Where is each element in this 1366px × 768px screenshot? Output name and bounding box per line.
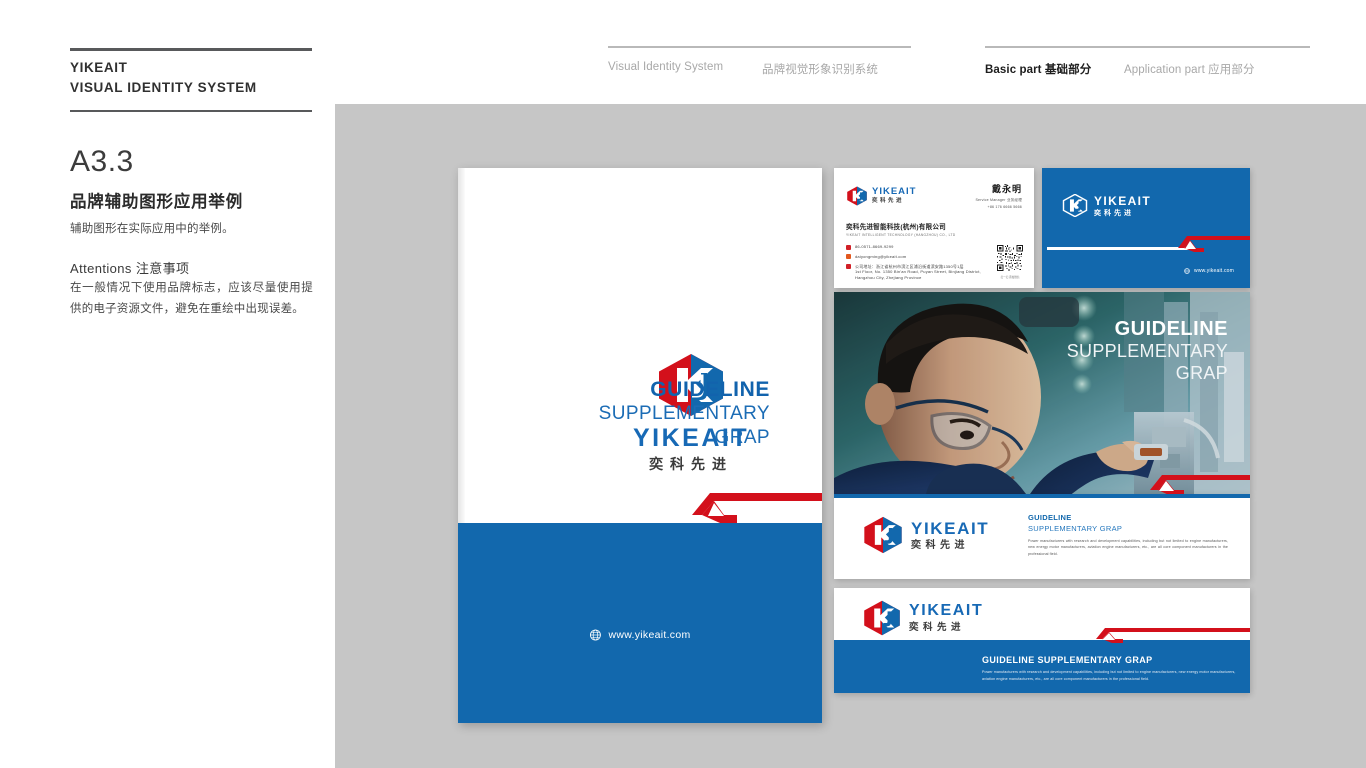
- blue-card-url-text: www.yikeait.com: [1194, 268, 1234, 274]
- nav-group-left: Visual Identity System 品牌视觉形象识别系统: [608, 46, 911, 86]
- nav-app-en: Application part: [1124, 63, 1205, 76]
- business-card-phone: +86 176 6666 5666: [987, 205, 1022, 209]
- blue-card-logo-cn: 奕科先进: [1094, 209, 1134, 217]
- bottom-banner-text-block: GUIDELINE SUPPLEMENTARY GRAP Power manuf…: [982, 655, 1237, 682]
- business-card-company-cn: 奕科先进智能科技(杭州)有限公司: [846, 224, 946, 231]
- business-card-back-mockup: YIKEAIT 奕科先进 www.yikeait.com: [1042, 168, 1250, 288]
- info-card-logo-latin: YIKEAIT: [911, 518, 990, 538]
- vi-guideline-page: YIKEAIT VISUAL IDENTITY SYSTEM A3.3 品牌辅助…: [0, 0, 1366, 768]
- bottom-banner-body: Power manufacturers with research and de…: [982, 670, 1236, 681]
- business-card-company-block: 奕科先进智能科技(杭州)有限公司 YIKEAIT INTELLIGENT TEC…: [834, 221, 1034, 237]
- bottom-banner-mockup: YIKEAIT 奕科先进 GUIDELINE SUPPLEMENTARY GRA…: [834, 588, 1250, 693]
- cover-subline-1: SUPPLEMENTARY: [598, 403, 770, 424]
- business-card-company-en: YIKEAIT INTELLIGENT TECHNOLOGY (HANGZHOU…: [846, 233, 956, 237]
- cover-subline-2: GRAP: [714, 426, 770, 448]
- brand-subtitle: VISUAL IDENTITY SYSTEM: [70, 79, 257, 95]
- info-card-body: Power manufacturers with research and de…: [1028, 539, 1228, 556]
- blue-card-logo-latin: YIKEAIT: [1094, 193, 1152, 208]
- nav-item-vis-en[interactable]: Visual Identity System: [608, 61, 762, 77]
- business-card-logo-cn: 奕科先进: [872, 197, 905, 204]
- contact-row: daiyongming@yikeait.com: [846, 254, 1022, 260]
- contact-text: 86-0571-8669-9299: [855, 244, 894, 249]
- business-card-logo-latin: YIKEAIT: [872, 185, 917, 197]
- blue-card-logo: YIKEAIT 奕科先进: [1062, 194, 1151, 217]
- bottom-banner-logo-latin: YIKEAIT: [909, 602, 984, 620]
- qr-caption: 扫一扫 添加微信: [1000, 276, 1020, 279]
- brand-block: YIKEAIT VISUAL IDENTITY SYSTEM: [70, 48, 312, 112]
- brochure-cover-mockup: YIKEAIT 奕科先进 GUIDELINE SUPPLEMENTARY GRA…: [458, 168, 822, 723]
- brand-rule-bottom: [70, 110, 312, 112]
- section-description: 辅助图形在实际应用中的举例。: [70, 223, 234, 235]
- business-card-role: Service Manager 业务经理: [975, 198, 1022, 202]
- mail-icon: [846, 254, 851, 260]
- contact-text: daiyongming@yikeait.com: [855, 253, 907, 259]
- hexagon-logo-icon: [862, 600, 902, 636]
- nav-basic-cn: 基础部分: [1044, 63, 1092, 76]
- info-card-accent-bar: [834, 494, 1250, 498]
- photo-banner-mockup: GUIDELINE SUPPLEMENTARY GRAP: [834, 292, 1250, 494]
- hexagon-logo-icon: [862, 516, 904, 554]
- nav-app-cn: 应用部分: [1208, 63, 1255, 76]
- info-card-mockup: YIKEAIT 奕科先进 GUIDELINE SUPPLEMENTARY GRA…: [834, 494, 1250, 579]
- business-card-header: YIKEAIT 奕科先进 戴永明 Service Manager 业务经理 +8…: [834, 168, 1034, 209]
- hexagon-logo-icon: [1062, 194, 1088, 217]
- contact-row: 86-0571-8669-9299: [846, 244, 1022, 250]
- brand-name: YIKEAIT: [70, 60, 128, 75]
- photo-headline-block: GUIDELINE SUPPLEMENTARY GRAP: [1067, 318, 1228, 384]
- business-card-front-mockup: YIKEAIT 奕科先进 戴永明 Service Manager 业务经理 +8…: [834, 168, 1034, 288]
- photo-headline: GUIDELINE: [1114, 318, 1228, 340]
- photo-subline-1: SUPPLEMENTARY: [1066, 341, 1228, 361]
- cover-headline-block: GUIDELINE SUPPLEMENTARY GRAP: [599, 378, 770, 450]
- info-card-logo: YIKEAIT 奕科先进: [862, 516, 989, 554]
- blue-card-url-block[interactable]: www.yikeait.com: [1184, 268, 1234, 274]
- brand-graphic-arrow-icon: [1090, 625, 1250, 643]
- brand-graphic-arrow-icon: [1140, 470, 1250, 494]
- nav-item-basic-part[interactable]: Basic part 基础部分: [985, 61, 1124, 77]
- bottom-banner-logo-cn: 奕科先进: [909, 622, 966, 634]
- info-card-subline: SUPPLEMENTARY GRAP: [1028, 524, 1123, 533]
- bottom-banner-headline: GUIDELINE SUPPLEMENTARY GRAP: [982, 655, 1153, 666]
- attentions-title: Attentions 注意事项: [70, 261, 190, 276]
- nav-item-application-part[interactable]: Application part 应用部分: [1124, 61, 1255, 77]
- info-card-headline: GUIDELINE: [1028, 513, 1072, 522]
- photo-subline-2: GRAP: [1175, 362, 1228, 383]
- business-card-logo: YIKEAIT 奕科先进: [846, 182, 916, 209]
- cover-headline: GUIDELINE: [650, 378, 770, 401]
- info-card-text-block: GUIDELINE SUPPLEMENTARY GRAP Power manuf…: [1028, 513, 1228, 557]
- bottom-banner-logo: YIKEAIT 奕科先进: [862, 600, 983, 636]
- qr-code-icon: [997, 245, 1023, 271]
- contact-text: 公司地址：浙江省杭州市滨江区浦沿街道滨安路1350号1层 1st Floor, …: [855, 263, 981, 281]
- cover-logo-cn: 奕科先进: [649, 456, 734, 472]
- phone-icon: [846, 244, 851, 250]
- cover-url-block[interactable]: www.yikeait.com: [589, 629, 690, 641]
- nav-basic-en: Basic part: [985, 63, 1042, 76]
- cover-url-text: www.yikeait.com: [608, 629, 691, 641]
- nav-group-right: Basic part 基础部分 Application part 应用部分: [985, 46, 1310, 86]
- left-sidebar: YIKEAIT VISUAL IDENTITY SYSTEM A3.3 品牌辅助…: [0, 0, 335, 768]
- globe-icon: [590, 629, 601, 641]
- info-card-logo-cn: 奕科先进: [911, 539, 969, 551]
- brand-graphic-arrow-icon: [662, 485, 822, 523]
- cover-blue-panel: [458, 523, 822, 723]
- business-card-name: 戴永明: [991, 184, 1022, 194]
- section-code: A3.3: [70, 145, 134, 178]
- brand-graphic-arrow-icon: [1170, 232, 1250, 252]
- business-card-person: 戴永明 Service Manager 业务经理 +86 176 6666 56…: [975, 182, 1022, 209]
- globe-icon: [1184, 268, 1190, 274]
- hexagon-logo-icon: [846, 186, 868, 206]
- nav-item-vis-cn[interactable]: 品牌视觉形象识别系统: [762, 61, 878, 77]
- location-icon: [846, 264, 851, 270]
- section-title: 品牌辅助图形应用举例: [70, 193, 243, 211]
- attentions-body: 在一般情况下使用品牌标志，应该尽量使用提供的电子资源文件，避免在重绘中出现误差。: [70, 282, 313, 316]
